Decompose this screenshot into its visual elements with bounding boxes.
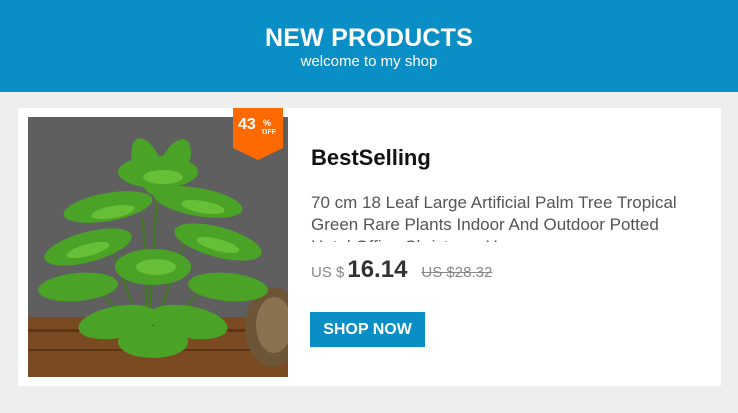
price-row: US $16.14 US $28.32: [311, 256, 492, 286]
discount-percent: %: [263, 118, 272, 128]
discount-value: 43: [238, 116, 256, 133]
product-card[interactable]: 43 % OFF BestSelling 70 cm 18 Leaf Large…: [18, 108, 721, 386]
discount-off-label: OFF: [262, 129, 276, 136]
header-banner: NEW PRODUCTS welcome to my shop: [0, 0, 738, 92]
product-description[interactable]: 70 cm 18 Leaf Large Artificial Palm Tree…: [311, 192, 681, 242]
banner-subtitle: welcome to my shop: [300, 53, 438, 70]
shop-now-button[interactable]: SHOP NOW: [310, 312, 425, 347]
currency-label: US $: [311, 264, 345, 281]
original-price: US $28.32: [421, 264, 493, 281]
discount-badge: 43 % OFF: [233, 108, 283, 160]
product-headline: BestSelling: [311, 145, 431, 170]
sale-price: 16.14: [347, 256, 408, 283]
banner-title: NEW PRODUCTS: [265, 24, 473, 52]
